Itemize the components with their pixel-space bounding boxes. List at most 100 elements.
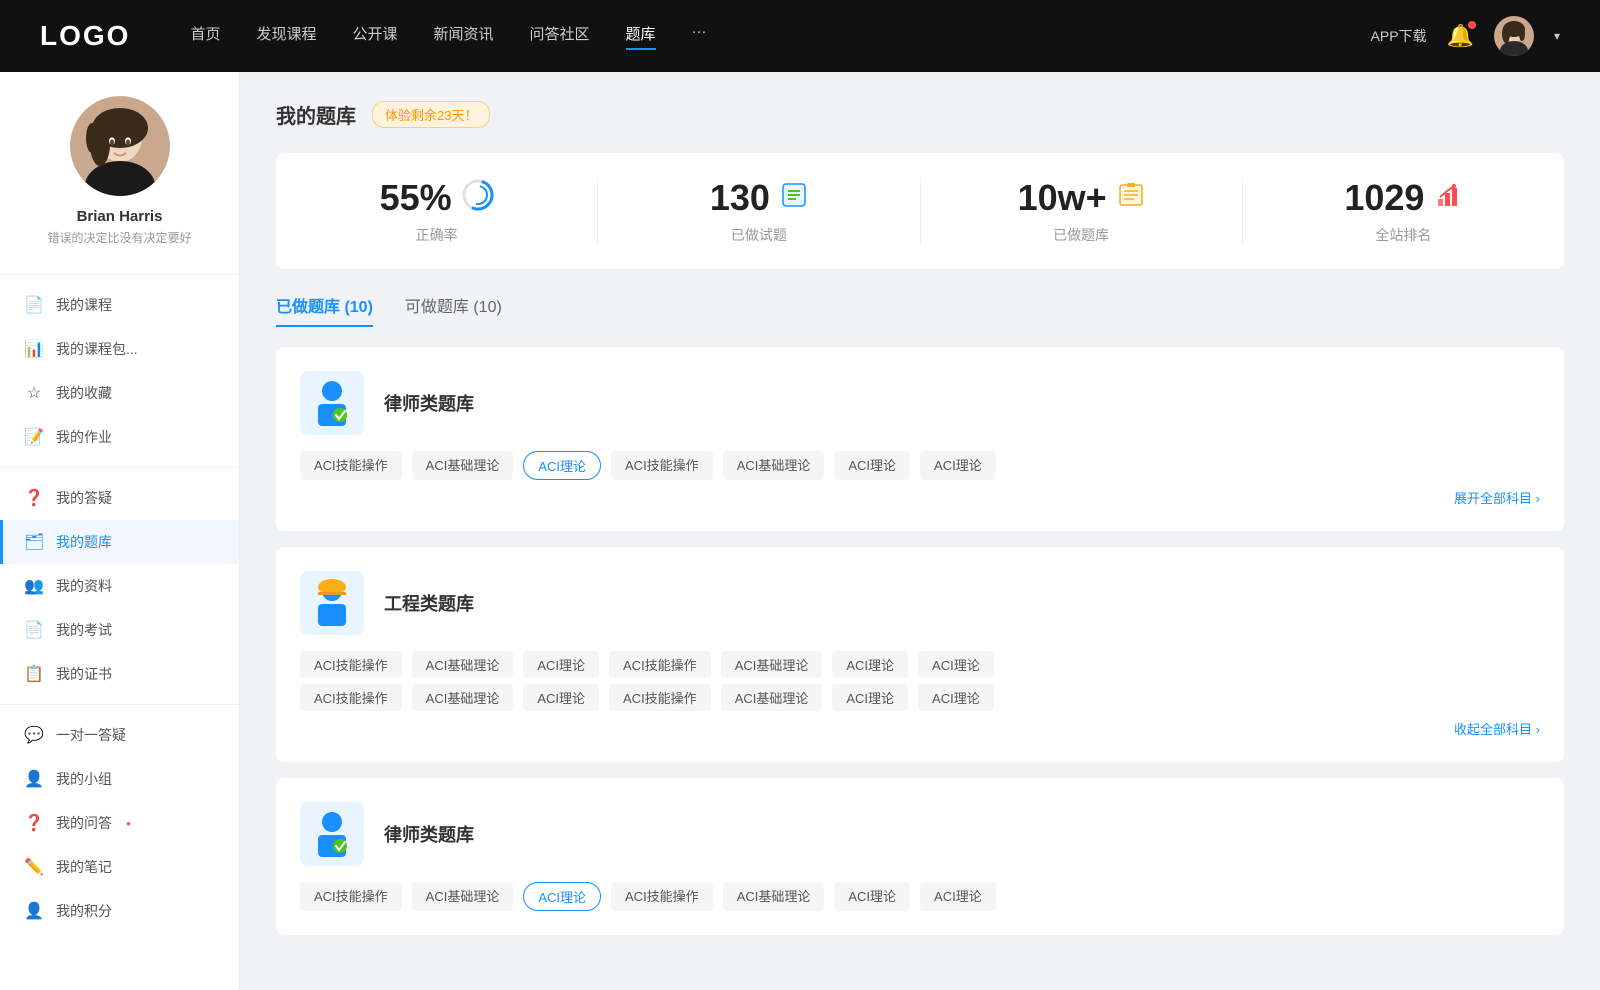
main-content: 我的题库 体验剩余23天！ 55% 正确率 (240, 72, 1600, 990)
stat-accuracy-value: 55% (380, 177, 452, 219)
qbank-section-3-tag-5[interactable]: ACI理论 (834, 882, 910, 911)
sidebar-label-my-points: 我的积分 (56, 901, 112, 921)
qbank-s2-r2-tag-3[interactable]: ACI技能操作 (609, 684, 711, 711)
profile-motto: 错误的决定比没有决定要好 (47, 229, 191, 246)
qbank-section-2-header: 工程类题库 (300, 571, 1540, 635)
main-layout: Brian Harris 错误的决定比没有决定要好 📄 我的课程 📊 我的课程包… (0, 72, 1600, 990)
stat-done-banks-label: 已做题库 (1053, 225, 1109, 245)
nav-qa[interactable]: 问答社区 (530, 23, 590, 50)
stat-rank-value: 1029 (1344, 177, 1424, 219)
sidebar-label-my-questions: 我的答疑 (56, 488, 112, 508)
qbank-s2-r2-tag-5[interactable]: ACI理论 (832, 684, 908, 711)
qbank-section-1-tag-2[interactable]: ACI理论 (523, 451, 601, 480)
qbank-section-1-tag-5[interactable]: ACI理论 (834, 451, 910, 480)
stat-done-questions-icon (780, 181, 808, 216)
stat-done-banks-icon (1117, 181, 1145, 216)
sidebar-item-my-course-packs[interactable]: 📊 我的课程包... (0, 327, 239, 371)
sidebar-item-my-questions[interactable]: ❓ 我的答疑 (0, 476, 239, 520)
sidebar-item-my-favorites[interactable]: ☆ 我的收藏 (0, 371, 239, 415)
qbank-s2-r2-tag-2[interactable]: ACI理论 (523, 684, 599, 711)
qbank-s2-r1-tag-3[interactable]: ACI技能操作 (609, 651, 711, 678)
nav-qbank[interactable]: 题库 (626, 23, 656, 50)
my-answers-icon: ❓ (24, 813, 44, 833)
notification-bell[interactable]: 🔔 (1447, 23, 1474, 49)
nav-right: APP下载 🔔 ▾ (1371, 16, 1560, 56)
qbank-s2-r2-tag-1[interactable]: ACI基础理论 (412, 684, 514, 711)
my-answers-dot: ● (126, 819, 131, 828)
nav-more[interactable]: ··· (692, 23, 707, 50)
user-menu-chevron[interactable]: ▾ (1554, 29, 1560, 43)
qbank-section-3-tag-4[interactable]: ACI基础理论 (723, 882, 825, 911)
qbank-section-1-tag-1[interactable]: ACI基础理论 (412, 451, 514, 480)
profile-avatar (70, 96, 170, 196)
qbank-section-3-tag-6[interactable]: ACI理论 (920, 882, 996, 911)
sidebar-label-my-course-packs: 我的课程包... (56, 339, 138, 359)
stat-rank-icon (1434, 181, 1462, 216)
stat-accuracy: 55% 正确率 (276, 177, 598, 245)
sidebar-label-one-on-one: 一对一答疑 (56, 725, 126, 745)
sidebar-label-my-favorites: 我的收藏 (56, 383, 112, 403)
qbank-section-3-tags: ACI技能操作 ACI基础理论 ACI理论 ACI技能操作 ACI基础理论 AC… (300, 882, 1540, 911)
sidebar-item-my-answers[interactable]: ❓ 我的问答 ● (0, 801, 239, 845)
sidebar-item-my-profile[interactable]: 👥 我的资料 (0, 564, 239, 608)
sidebar-item-my-homework[interactable]: 📝 我的作业 (0, 415, 239, 459)
qbank-s2-r2-tag-6[interactable]: ACI理论 (918, 684, 994, 711)
qbank-section-1-tag-6[interactable]: ACI理论 (920, 451, 996, 480)
sidebar-item-my-notes[interactable]: ✏️ 我的笔记 (0, 845, 239, 889)
stat-done-banks-value: 10w+ (1018, 177, 1107, 219)
user-avatar[interactable] (1494, 16, 1534, 56)
sidebar-item-my-certs[interactable]: 📋 我的证书 (0, 652, 239, 696)
qbank-s2-r1-tag-5[interactable]: ACI理论 (832, 651, 908, 678)
sidebar-item-my-group[interactable]: 👤 我的小组 (0, 757, 239, 801)
stat-rank-label: 全站排名 (1375, 225, 1431, 245)
qbank-s2-r1-tag-0[interactable]: ACI技能操作 (300, 651, 402, 678)
nav-news[interactable]: 新闻资讯 (434, 23, 494, 50)
sidebar-label-my-answers: 我的问答 (56, 813, 112, 833)
my-group-icon: 👤 (24, 769, 44, 789)
qbank-s2-r1-tag-6[interactable]: ACI理论 (918, 651, 994, 678)
nav-home[interactable]: 首页 (190, 23, 220, 50)
qbank-section-3-tag-0[interactable]: ACI技能操作 (300, 882, 402, 911)
stat-done-questions-top: 130 (710, 177, 808, 219)
qbank-s2-r1-tag-2[interactable]: ACI理论 (523, 651, 599, 678)
qbank-section-3-tag-2[interactable]: ACI理论 (523, 882, 601, 911)
sidebar-label-my-courses: 我的课程 (56, 295, 112, 315)
sidebar-item-my-courses[interactable]: 📄 我的课程 (0, 283, 239, 327)
my-exams-icon: 📄 (24, 620, 44, 640)
stat-done-questions-value: 130 (710, 177, 770, 219)
tab-available-banks[interactable]: 可做题库 (10) (405, 293, 502, 327)
qbank-s2-r1-tag-1[interactable]: ACI基础理论 (412, 651, 514, 678)
stat-accuracy-label: 正确率 (416, 225, 458, 245)
nav-discover[interactable]: 发现课程 (256, 23, 316, 50)
profile-name: Brian Harris (77, 208, 163, 225)
qbank-s2-r2-tag-4[interactable]: ACI基础理论 (721, 684, 823, 711)
sidebar-divider-3 (0, 704, 239, 705)
qbank-section-2-collapse[interactable]: 收起全部科目 › (300, 719, 1540, 738)
qbank-section-1-expand[interactable]: 展开全部科目 › (300, 488, 1540, 507)
sidebar-item-my-qbank[interactable]: 🗂 我的题库 (0, 520, 239, 564)
sidebar-item-my-exams[interactable]: 📄 我的考试 (0, 608, 239, 652)
tab-done-banks[interactable]: 已做题库 (10) (276, 293, 373, 327)
qbank-section-1-tag-4[interactable]: ACI基础理论 (723, 451, 825, 480)
qbank-section-3-tag-3[interactable]: ACI技能操作 (611, 882, 713, 911)
qbank-s2-r1-tag-4[interactable]: ACI基础理论 (721, 651, 823, 678)
qbank-s2-r2-tag-0[interactable]: ACI技能操作 (300, 684, 402, 711)
qbank-section-3: 律师类题库 ACI技能操作 ACI基础理论 ACI理论 ACI技能操作 ACI基… (276, 778, 1564, 935)
stat-accuracy-top: 55% (380, 177, 494, 219)
my-qbank-icon: 🗂 (24, 532, 44, 552)
sidebar-profile: Brian Harris 错误的决定比没有决定要好 (0, 96, 239, 266)
nav-open-course[interactable]: 公开课 (352, 23, 397, 50)
qbank-section-1-tag-0[interactable]: ACI技能操作 (300, 451, 402, 480)
sidebar-label-my-certs: 我的证书 (56, 664, 112, 684)
sidebar-item-my-points[interactable]: 👤 我的积分 (0, 889, 239, 933)
qbank-section-3-tag-1[interactable]: ACI基础理论 (412, 882, 514, 911)
app-download[interactable]: APP下载 (1371, 26, 1427, 46)
qbank-section-3-header: 律师类题库 (300, 802, 1540, 866)
qbank-section-1-tag-3[interactable]: ACI技能操作 (611, 451, 713, 480)
my-questions-icon: ❓ (24, 488, 44, 508)
sidebar-item-one-on-one[interactable]: 💬 一对一答疑 (0, 713, 239, 757)
my-course-packs-icon: 📊 (24, 339, 44, 359)
nav-links: 首页 发现课程 公开课 新闻资讯 问答社区 题库 ··· (190, 23, 1330, 50)
stat-done-questions: 130 已做试题 (598, 177, 920, 245)
page-title: 我的题库 (276, 100, 356, 129)
